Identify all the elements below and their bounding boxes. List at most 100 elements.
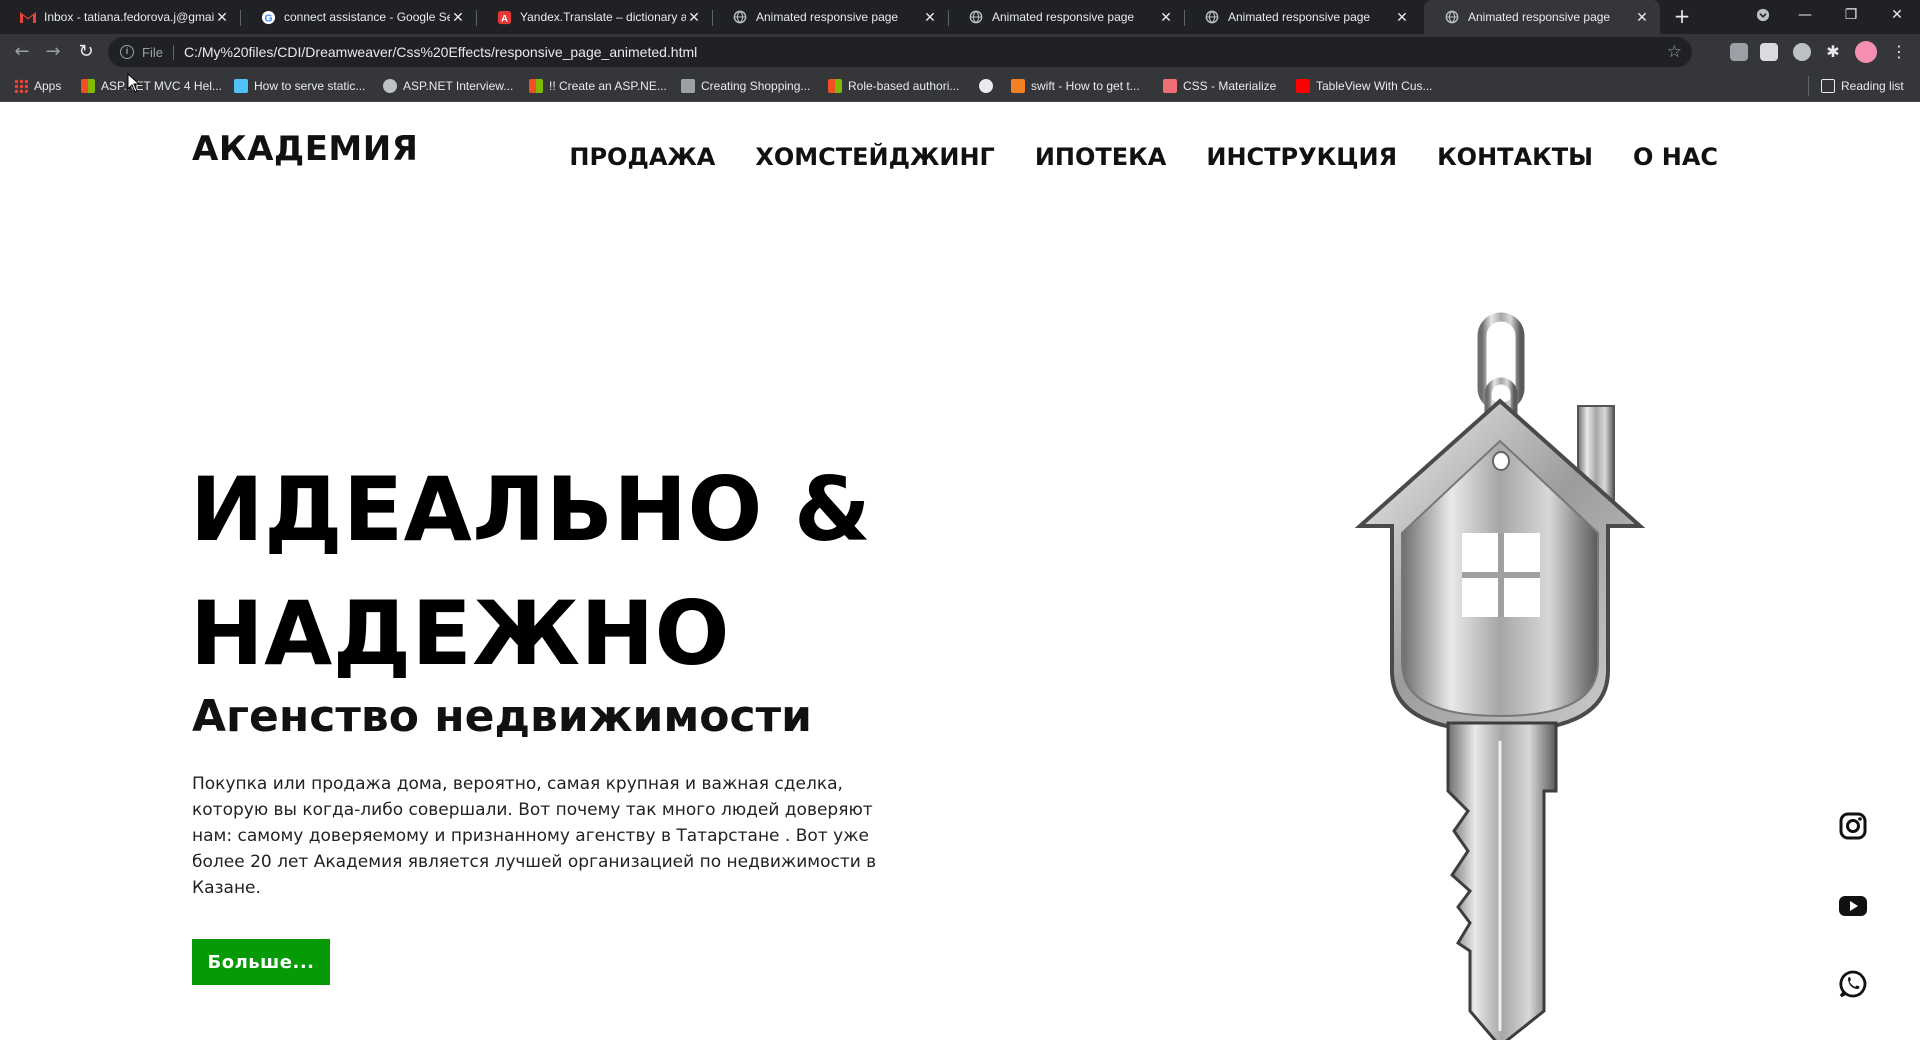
bookmark-apps[interactable]: Apps — [14, 70, 61, 102]
nav-item-mortgage[interactable]: ИПОТЕКА — [1035, 143, 1167, 171]
whatsapp-icon[interactable] — [1838, 969, 1868, 999]
bookmark-label: How to serve static... — [254, 79, 366, 93]
hero-title-line: ИДЕАЛЬНО & — [190, 458, 872, 561]
url-text[interactable]: C:/My%20files/CDI/Dreamweaver/Css%20Effe… — [184, 44, 697, 60]
more-button[interactable]: Больше... — [192, 939, 330, 985]
tab-animated-page[interactable]: Animated responsive page ✕ — [1184, 0, 1420, 34]
microsoft-icon — [81, 79, 95, 93]
google-icon: G — [260, 9, 276, 25]
back-button[interactable]: ← — [10, 40, 34, 64]
bookmark-item[interactable]: CSS - Materialize — [1163, 70, 1276, 102]
svg-text:G: G — [264, 13, 272, 24]
bookmark-label: ASP.NET MVC 4 Hel... — [101, 79, 222, 93]
hero-title: ИДЕАЛЬНО & НАДЕЖНО — [190, 448, 871, 696]
mouse-cursor-icon — [127, 73, 141, 93]
tab-strip: Inbox - tatiana.fedorova.j@gmail.com ✕ G… — [0, 0, 1920, 34]
reading-list-label: Reading list — [1841, 79, 1904, 93]
extension-circle-icon[interactable] — [1793, 43, 1811, 61]
extensions-puzzle-icon[interactable]: ✱ — [1824, 43, 1842, 61]
youtube-icon — [1296, 79, 1310, 93]
close-icon[interactable]: ✕ — [1394, 9, 1410, 26]
apps-grid-icon — [14, 79, 28, 93]
bookmark-label: !! Create an ASP.NE... — [549, 79, 667, 93]
reload-button[interactable]: ↻ — [74, 40, 98, 64]
globe-icon — [979, 79, 993, 93]
house-key-illustration — [1354, 312, 1646, 1040]
nav-item-sale[interactable]: ПРОДАЖА — [569, 143, 715, 171]
close-window-button[interactable]: ✕ — [1874, 0, 1920, 30]
close-icon[interactable]: ✕ — [1634, 9, 1650, 26]
bookmark-item[interactable]: TableView With Cus... — [1296, 70, 1433, 102]
yandex-translate-icon: A — [496, 9, 512, 25]
tab-gmail[interactable]: Inbox - tatiana.fedorova.j@gmail.com ✕ — [0, 0, 240, 34]
new-tab-button[interactable]: + — [1670, 0, 1694, 34]
browser-toolbar: ← → ↻ i File C:/My%20files/CDI/Dreamweav… — [0, 34, 1920, 70]
reading-list[interactable]: Reading list — [1808, 76, 1904, 96]
nav-item-homestaging[interactable]: ХОМСТЕЙДЖИНГ — [755, 143, 994, 171]
extension-card-icon[interactable] — [1760, 43, 1778, 61]
forward-button[interactable]: → — [41, 40, 65, 64]
bookmark-item[interactable]: swift - How to get t... — [1011, 70, 1140, 102]
nav-item-instructions[interactable]: ИНСТРУКЦИЯ — [1206, 143, 1397, 171]
menu-kebab-icon[interactable]: ⋮ — [1890, 43, 1908, 61]
gmail-icon — [20, 9, 36, 25]
close-icon[interactable]: ✕ — [1158, 9, 1174, 26]
bookmark-star-icon[interactable]: ☆ — [1667, 42, 1682, 62]
instagram-icon[interactable] — [1838, 811, 1868, 841]
svg-text:A: A — [501, 13, 508, 23]
close-icon[interactable]: ✕ — [686, 9, 702, 26]
bookmark-label: ASP.NET Interview... — [403, 79, 514, 93]
youtube-icon[interactable] — [1838, 891, 1868, 921]
bookmark-label: Role-based authori... — [848, 79, 960, 93]
bookmark-label: Apps — [34, 79, 62, 93]
feather-icon — [234, 79, 248, 93]
tab-title: Yandex.Translate – dictionary and online… — [520, 10, 686, 24]
stackoverflow-icon — [1011, 79, 1025, 93]
bookmark-item[interactable]: Creating Shopping... — [681, 70, 810, 102]
extension-cube-icon[interactable] — [1730, 43, 1748, 61]
bookmark-label: TableView With Cus... — [1316, 79, 1433, 93]
tab-google-search[interactable]: G connect assistance - Google Search ✕ — [240, 0, 476, 34]
tab-yandex-translate[interactable]: A Yandex.Translate – dictionary and onli… — [476, 0, 712, 34]
gear-icon — [383, 79, 397, 93]
bookmark-label: swift - How to get t... — [1031, 79, 1140, 93]
bookmark-item[interactable]: !! Create an ASP.NE... — [529, 70, 667, 102]
profile-avatar[interactable] — [1855, 41, 1877, 63]
microsoft-icon — [828, 79, 842, 93]
globe-icon — [1204, 9, 1220, 25]
microsoft-icon — [529, 79, 543, 93]
bookmark-item[interactable]: ASP.NET Interview... — [383, 70, 513, 102]
close-icon[interactable]: ✕ — [922, 9, 938, 26]
tab-animated-page[interactable]: Animated responsive page ✕ — [712, 0, 948, 34]
bookmark-item[interactable]: How to serve static... — [234, 70, 365, 102]
nav-item-about[interactable]: О НАС — [1633, 143, 1718, 171]
materialize-icon — [1163, 79, 1177, 93]
reading-list-icon — [1821, 79, 1835, 93]
tab-title: Animated responsive page — [992, 10, 1135, 24]
hero-description: Покупка или продажа дома, вероятно, сама… — [192, 774, 877, 898]
restore-button[interactable]: ❐ — [1828, 0, 1874, 30]
tab-title: connect assistance - Google Search — [284, 10, 450, 24]
minimize-button[interactable]: — — [1782, 0, 1828, 30]
close-icon[interactable]: ✕ — [214, 9, 230, 26]
nav-item-contacts[interactable]: КОНТАКТЫ — [1437, 143, 1593, 171]
close-icon[interactable]: ✕ — [450, 9, 466, 26]
tab-search-button[interactable] — [1740, 0, 1786, 30]
bookmark-item[interactable]: Role-based authori... — [828, 70, 959, 102]
bookmark-item[interactable] — [979, 70, 999, 102]
tab-title: Animated responsive page — [1228, 10, 1371, 24]
bookmark-label: CSS - Materialize — [1183, 79, 1277, 93]
main-nav: ПРОДАЖА ХОМСТЕЙДЖИНГ ИПОТЕКА ИНСТРУКЦИЯ … — [569, 143, 1718, 171]
tab-animated-page-active[interactable]: Animated responsive page ✕ — [1424, 0, 1660, 34]
site-logo[interactable]: АКАДЕМИЯ — [192, 129, 418, 169]
hero-subtitle: Агенство недвижимости — [192, 691, 812, 742]
bookmark-label: Creating Shopping... — [701, 79, 811, 93]
address-bar[interactable]: i File C:/My%20files/CDI/Dreamweaver/Css… — [108, 37, 1692, 67]
bookmarks-bar: Apps ASP.NET MVC 4 Hel... How to serve s… — [0, 70, 1920, 102]
bookmark-item[interactable]: ASP.NET MVC 4 Hel... — [81, 70, 222, 102]
globe-icon — [968, 9, 984, 25]
info-icon[interactable]: i — [120, 45, 134, 59]
tab-title: Animated responsive page — [1468, 10, 1611, 24]
tab-animated-page[interactable]: Animated responsive page ✕ — [948, 0, 1184, 34]
hero-title-line: НАДЕЖНО — [190, 582, 730, 685]
